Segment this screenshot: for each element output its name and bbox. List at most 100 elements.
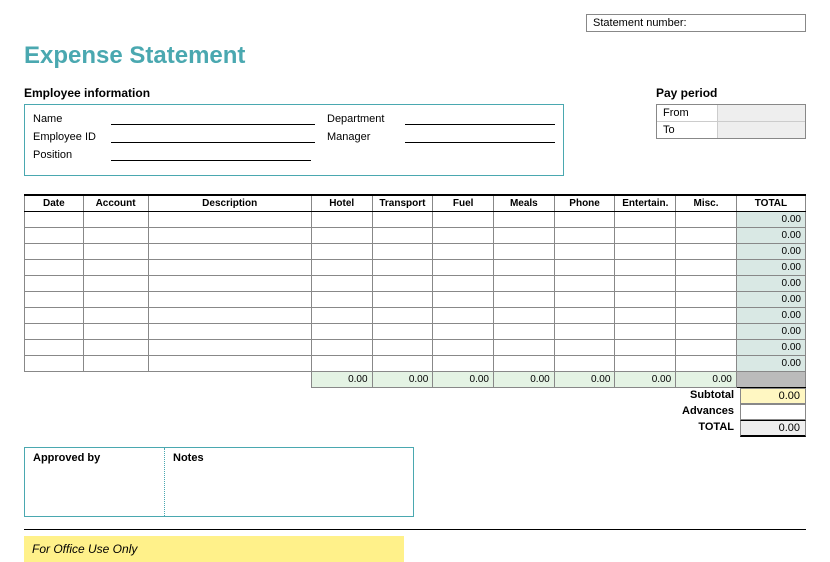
table-cell[interactable]: [83, 276, 148, 292]
table-cell[interactable]: [554, 340, 615, 356]
table-cell[interactable]: [615, 356, 676, 372]
table-cell[interactable]: [25, 228, 84, 244]
table-cell[interactable]: [372, 228, 433, 244]
table-cell[interactable]: [676, 324, 737, 340]
table-cell[interactable]: [676, 292, 737, 308]
table-cell[interactable]: [372, 276, 433, 292]
table-cell[interactable]: [494, 228, 555, 244]
table-cell[interactable]: [83, 260, 148, 276]
table-cell[interactable]: [83, 292, 148, 308]
table-cell[interactable]: [372, 324, 433, 340]
table-cell[interactable]: [554, 276, 615, 292]
table-cell[interactable]: [433, 308, 494, 324]
name-field[interactable]: [111, 111, 315, 125]
table-cell[interactable]: [554, 228, 615, 244]
table-cell[interactable]: [615, 244, 676, 260]
table-cell[interactable]: [25, 356, 84, 372]
table-cell[interactable]: [311, 244, 372, 260]
table-cell[interactable]: [25, 324, 84, 340]
table-cell[interactable]: [676, 212, 737, 228]
table-cell[interactable]: [494, 212, 555, 228]
table-cell[interactable]: [311, 260, 372, 276]
table-cell[interactable]: [83, 324, 148, 340]
table-cell[interactable]: [554, 292, 615, 308]
table-cell[interactable]: [433, 324, 494, 340]
table-cell[interactable]: [83, 228, 148, 244]
table-cell[interactable]: [615, 228, 676, 244]
table-cell[interactable]: [554, 244, 615, 260]
table-cell[interactable]: [25, 260, 84, 276]
table-cell[interactable]: [494, 260, 555, 276]
table-cell[interactable]: [25, 308, 84, 324]
table-cell[interactable]: [433, 356, 494, 372]
table-cell[interactable]: [25, 276, 84, 292]
table-cell[interactable]: [676, 276, 737, 292]
table-cell[interactable]: [311, 356, 372, 372]
table-cell[interactable]: [494, 356, 555, 372]
table-cell[interactable]: [433, 260, 494, 276]
table-cell[interactable]: [615, 260, 676, 276]
table-cell[interactable]: [676, 356, 737, 372]
table-cell[interactable]: [148, 228, 311, 244]
table-cell[interactable]: [148, 356, 311, 372]
table-cell[interactable]: [148, 244, 311, 260]
pay-period-from-field[interactable]: [717, 105, 805, 121]
table-cell[interactable]: [433, 276, 494, 292]
table-cell[interactable]: [676, 228, 737, 244]
table-cell[interactable]: [83, 356, 148, 372]
table-cell[interactable]: [372, 260, 433, 276]
table-cell[interactable]: [615, 212, 676, 228]
table-cell[interactable]: [615, 340, 676, 356]
table-cell[interactable]: [554, 212, 615, 228]
table-cell[interactable]: [554, 324, 615, 340]
table-cell[interactable]: [676, 308, 737, 324]
table-cell[interactable]: [311, 292, 372, 308]
table-cell[interactable]: [433, 292, 494, 308]
table-cell[interactable]: [433, 244, 494, 260]
table-cell[interactable]: [311, 340, 372, 356]
table-cell[interactable]: [676, 244, 737, 260]
table-cell[interactable]: [148, 292, 311, 308]
pay-period-to-field[interactable]: [717, 122, 805, 138]
table-cell[interactable]: [25, 212, 84, 228]
table-cell[interactable]: [372, 292, 433, 308]
table-cell[interactable]: [148, 276, 311, 292]
table-cell[interactable]: [148, 340, 311, 356]
table-cell[interactable]: [554, 356, 615, 372]
table-cell[interactable]: [494, 308, 555, 324]
table-cell[interactable]: [433, 212, 494, 228]
table-cell[interactable]: [676, 260, 737, 276]
table-cell[interactable]: [148, 308, 311, 324]
table-cell[interactable]: [148, 260, 311, 276]
table-cell[interactable]: [433, 340, 494, 356]
position-field[interactable]: [111, 147, 311, 161]
table-cell[interactable]: [25, 244, 84, 260]
table-cell[interactable]: [311, 276, 372, 292]
table-cell[interactable]: [311, 212, 372, 228]
table-cell[interactable]: [554, 260, 615, 276]
manager-field[interactable]: [405, 129, 555, 143]
table-cell[interactable]: [615, 292, 676, 308]
table-cell[interactable]: [83, 212, 148, 228]
table-cell[interactable]: [311, 308, 372, 324]
table-cell[interactable]: [25, 292, 84, 308]
table-cell[interactable]: [311, 228, 372, 244]
table-cell[interactable]: [83, 244, 148, 260]
table-cell[interactable]: [676, 340, 737, 356]
table-cell[interactable]: [554, 308, 615, 324]
table-cell[interactable]: [372, 356, 433, 372]
advances-value[interactable]: [740, 404, 806, 420]
table-cell[interactable]: [433, 228, 494, 244]
table-cell[interactable]: [372, 244, 433, 260]
table-cell[interactable]: [615, 276, 676, 292]
table-cell[interactable]: [372, 340, 433, 356]
table-cell[interactable]: [494, 276, 555, 292]
table-cell[interactable]: [83, 340, 148, 356]
table-cell[interactable]: [372, 212, 433, 228]
table-cell[interactable]: [25, 340, 84, 356]
table-cell[interactable]: [494, 292, 555, 308]
table-cell[interactable]: [494, 324, 555, 340]
table-cell[interactable]: [83, 308, 148, 324]
table-cell[interactable]: [494, 244, 555, 260]
table-cell[interactable]: [148, 324, 311, 340]
